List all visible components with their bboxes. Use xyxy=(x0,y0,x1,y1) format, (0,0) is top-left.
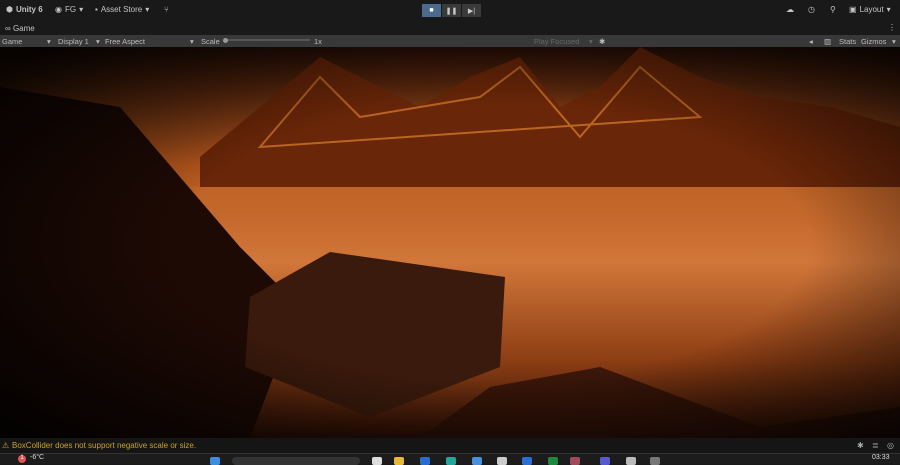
asset-store-dropdown[interactable]: ▪ Asset Store ▾ xyxy=(95,5,149,14)
weather-badge: 1 xyxy=(18,455,26,463)
history-button[interactable]: ◷ xyxy=(808,5,815,14)
pause-icon: ❚❚ xyxy=(445,7,458,15)
step-button[interactable]: ▶| xyxy=(462,4,481,17)
gizmo-toggle-icon[interactable]: ▨ xyxy=(824,37,831,46)
chevron-down-icon: ▾ xyxy=(190,37,194,46)
view-dropdown[interactable]: Game xyxy=(2,37,22,46)
asset-store-label: Asset Store xyxy=(100,5,143,14)
play-controls: ■ ❚❚ ▶| xyxy=(422,4,481,17)
bag-icon: ▪ xyxy=(95,5,98,14)
tab-bar: ∞ Game ⋮ xyxy=(0,22,900,35)
chevron-down-icon: ▾ xyxy=(892,37,896,46)
cache-icon[interactable]: ≣ xyxy=(872,441,879,450)
chevron-down-icon: ▾ xyxy=(47,37,51,46)
chevron-down-icon: ▾ xyxy=(589,37,593,46)
scale-slider-handle[interactable] xyxy=(223,38,228,43)
gamepad-icon: ∞ xyxy=(5,24,13,33)
main-toolbar: ⬢ Unity 6 ◉ FG ▾ ▪ Asset Store ▾ ⑂ ■ ❚❚ ▶| ☁ … xyxy=(0,0,900,22)
stop-icon: ■ xyxy=(429,7,434,14)
unity-label: Unity 6 xyxy=(15,5,43,14)
game-scene xyxy=(0,47,900,438)
chevron-down-icon: ▾ xyxy=(145,5,150,14)
debug-icon[interactable]: ✱ xyxy=(857,441,864,450)
more-options-icon[interactable]: ⋮ xyxy=(888,23,896,32)
play-button[interactable]: ■ xyxy=(422,4,441,17)
clock[interactable]: 03:33 xyxy=(872,454,890,461)
account-label: FG xyxy=(64,5,77,14)
chevron-down-icon: ▾ xyxy=(886,5,891,14)
bug-icon[interactable]: ✱ xyxy=(599,37,605,46)
scale-slider[interactable] xyxy=(224,39,310,41)
search-button[interactable]: ⚲ xyxy=(830,5,836,14)
tab-label: Game xyxy=(12,24,35,33)
windows-taskbar: 1 -6°C 03:33 xyxy=(0,453,900,465)
display-dropdown[interactable]: Display 1 xyxy=(58,37,89,46)
layout-label: Layout xyxy=(859,5,884,14)
history-icon: ◷ xyxy=(808,5,815,14)
version-control-button[interactable]: ⑂ xyxy=(164,5,169,14)
cloud-button[interactable]: ☁ xyxy=(786,5,794,14)
account-dropdown[interactable]: ◉ FG ▾ xyxy=(55,5,83,14)
play-mode-dropdown[interactable]: Play Focused xyxy=(534,37,579,46)
stats-button[interactable]: Stats xyxy=(839,37,856,46)
unity-logo-icon: ⬢ xyxy=(6,5,13,14)
aspect-dropdown[interactable]: Free Aspect xyxy=(105,37,145,46)
game-view-toolbar: Game ▾ Display 1 ▾ Free Aspect ▾ Scale 1x P… xyxy=(0,35,900,47)
weather-widget[interactable]: -6°C xyxy=(30,454,44,461)
layout-dropdown[interactable]: ▣ Layout ▾ xyxy=(849,5,891,14)
game-viewport[interactable] xyxy=(0,47,900,438)
console-status-bar[interactable]: ⚠ BoxCollider does not support negative … xyxy=(0,438,900,453)
step-icon: ▶| xyxy=(467,7,476,15)
chevron-down-icon: ▾ xyxy=(79,5,84,14)
branch-icon: ⑂ xyxy=(164,5,169,14)
tab-game[interactable]: ∞ Game xyxy=(5,24,35,33)
check-circle-icon[interactable]: ◎ xyxy=(887,441,894,450)
account-icon: ◉ xyxy=(55,5,62,14)
scale-label: Scale xyxy=(201,37,220,46)
console-message[interactable]: BoxCollider does not support negative sc… xyxy=(12,441,196,450)
pause-button[interactable]: ❚❚ xyxy=(442,4,461,17)
unity-version-button[interactable]: ⬢ Unity 6 xyxy=(6,5,43,14)
layout-icon: ▣ xyxy=(849,5,857,14)
search-icon: ⚲ xyxy=(830,5,836,14)
gizmos-button[interactable]: Gizmos xyxy=(861,37,886,46)
cloud-icon: ☁ xyxy=(786,5,794,14)
chevron-down-icon: ▾ xyxy=(96,37,100,46)
warning-icon: ⚠ xyxy=(2,441,10,450)
scale-value: 1x xyxy=(314,37,322,46)
audio-mute-icon[interactable]: ◂ xyxy=(809,37,813,46)
